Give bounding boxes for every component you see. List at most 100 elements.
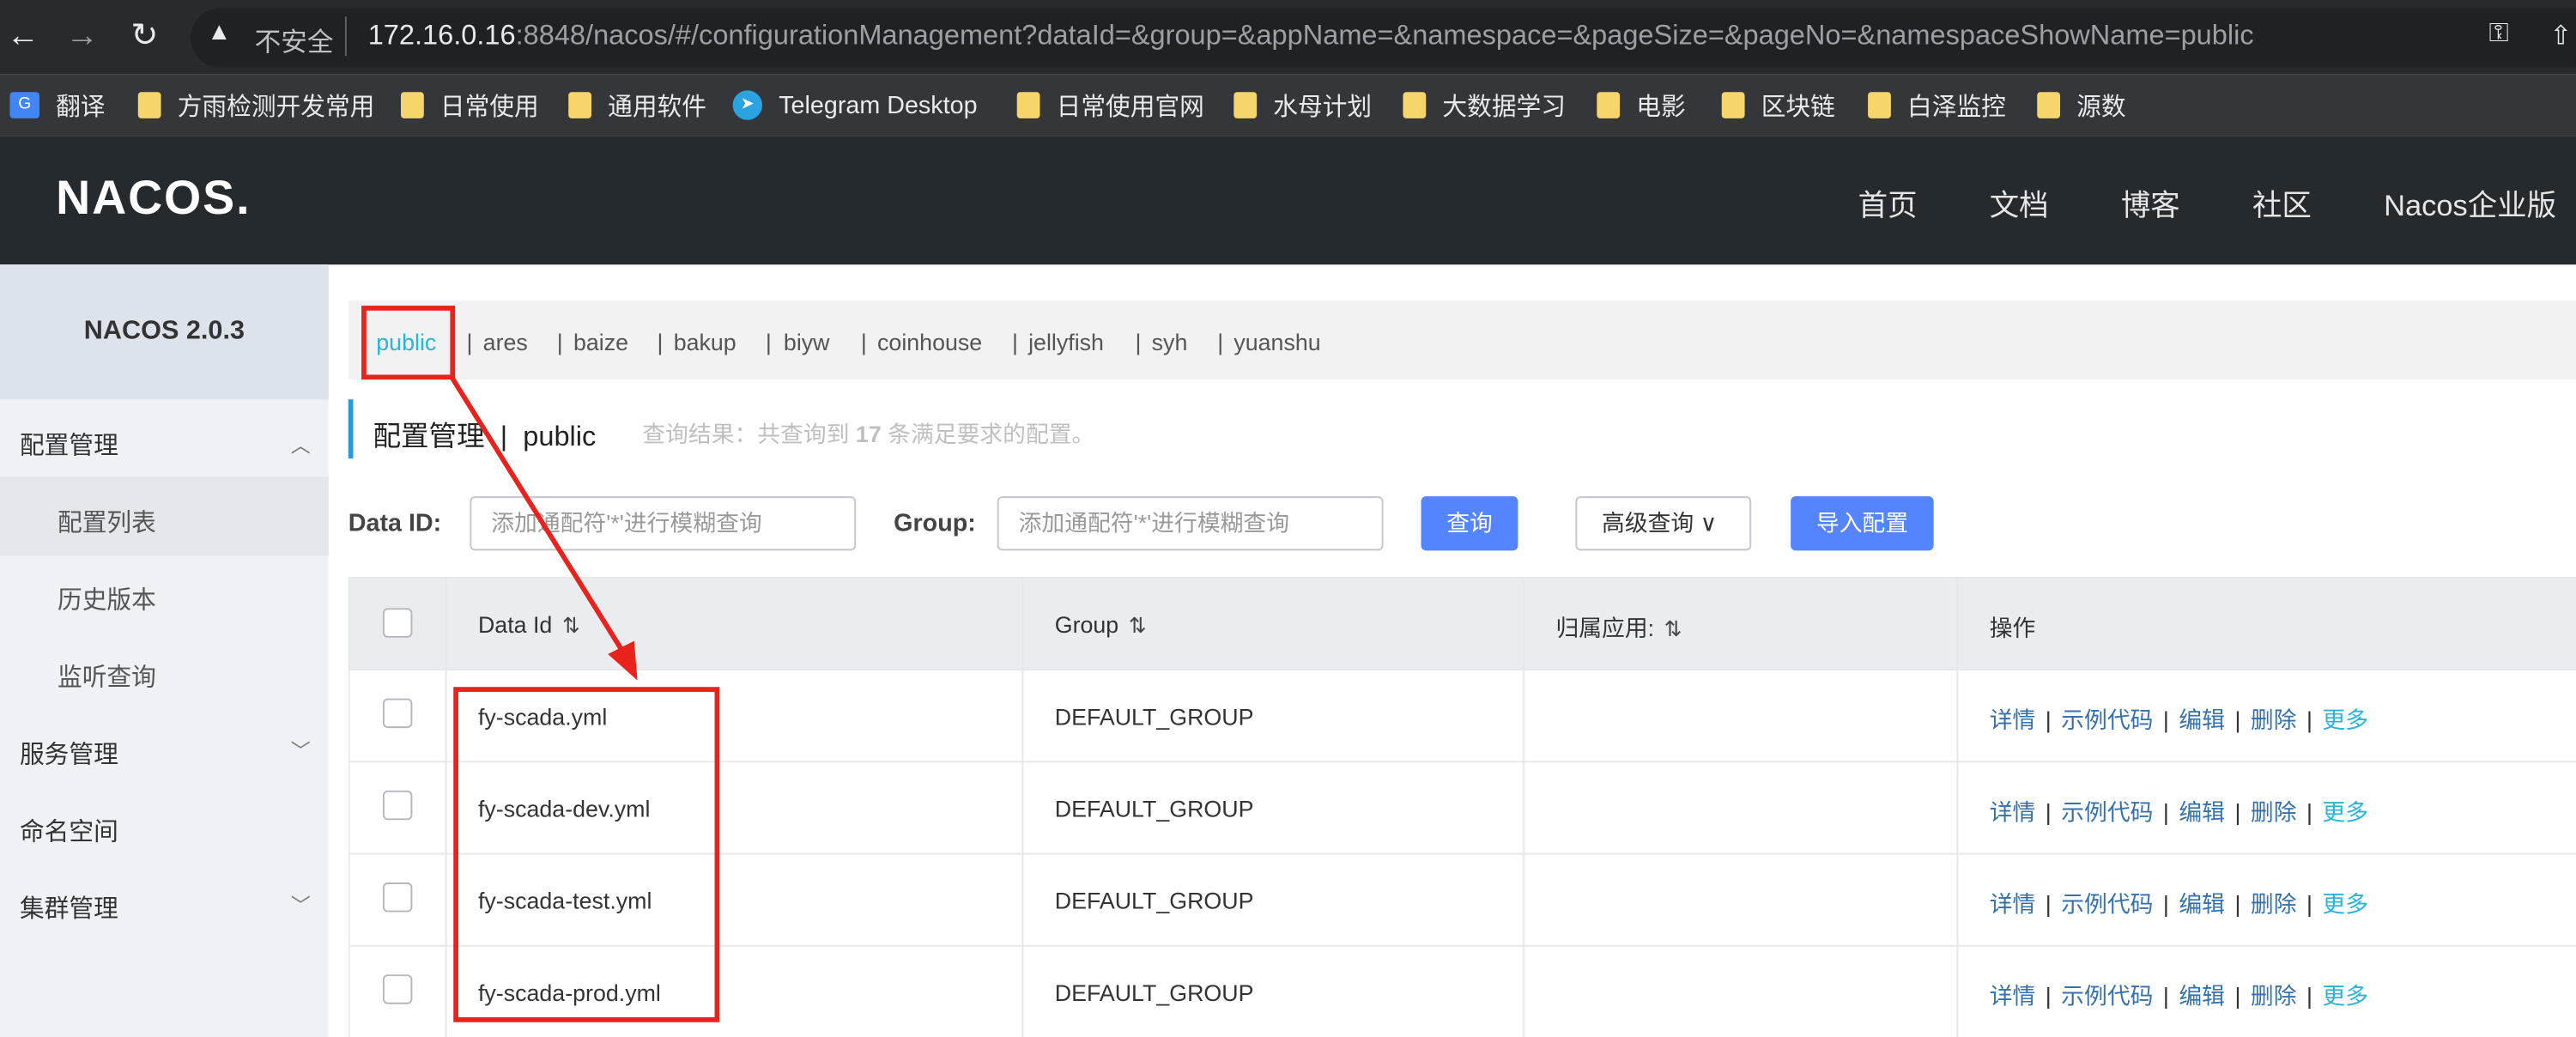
bookmark-item[interactable]: 源数	[2037, 87, 2126, 123]
sidebar-item-listener[interactable]: 监听查询	[58, 659, 156, 694]
forward-icon[interactable]: →	[63, 16, 102, 56]
namespace-tab-baize[interactable]: baize	[573, 329, 628, 355]
detail-link[interactable]: 详情	[1990, 706, 2036, 733]
nav-docs[interactable]: 文档	[1990, 183, 2049, 226]
chevron-down-icon[interactable]: ﹀	[291, 891, 311, 919]
folder-icon	[1016, 92, 1040, 118]
edit-link[interactable]: 编辑	[2179, 983, 2225, 1010]
url-text[interactable]: 172.16.0.16:8848/nacos/#/configurationMa…	[368, 20, 2254, 52]
sort-icon[interactable]: ⇅	[562, 613, 580, 638]
nav-community[interactable]: 社区	[2252, 183, 2312, 226]
namespace-tab-syh[interactable]: syh	[1152, 329, 1188, 355]
namespace-divider: |	[1135, 328, 1142, 355]
bookmark-item[interactable]: 大数据学习	[1403, 87, 1566, 123]
row-actions: 详情 | 示例代码 | 编辑 | 删除 | 更多	[1989, 798, 2369, 826]
namespace-divider: |	[1011, 328, 1018, 355]
bookmark-item[interactable]: 日常使用官网	[1016, 87, 1204, 123]
back-icon[interactable]: ←	[3, 16, 43, 56]
sidebar-item-config-list[interactable]: 配置列表	[58, 505, 156, 539]
column-header-app[interactable]: 归属应用: ⇅	[1555, 611, 1682, 644]
cell-group: DEFAULT_GROUP	[1054, 887, 1254, 914]
row-checkbox[interactable]	[382, 698, 413, 729]
namespace-divider: |	[860, 328, 867, 355]
sidebar-item-service-management[interactable]: 服务管理	[20, 737, 118, 771]
nav-enterprise[interactable]: Nacos企业版	[2384, 183, 2556, 226]
sample-code-link[interactable]: 示例代码	[2061, 891, 2153, 918]
sidebar-item-cluster-management[interactable]: 集群管理	[20, 891, 118, 925]
sidebar-item-config-management[interactable]: 配置管理	[20, 428, 118, 462]
query-button[interactable]: 查询	[1421, 496, 1518, 551]
select-all-checkbox[interactable]	[382, 608, 413, 638]
column-header-ops: 操作	[1989, 614, 2036, 641]
sidebar-item-namespace[interactable]: 命名空间	[20, 814, 118, 848]
dataid-input[interactable]: 添加通配符'*'进行模糊查询	[470, 496, 857, 551]
warning-icon[interactable]: ▲	[207, 18, 231, 46]
bookmark-item[interactable]: 电影	[1597, 87, 1686, 123]
edit-link[interactable]: 编辑	[2179, 798, 2225, 825]
bookmark-item[interactable]: 日常使用	[400, 87, 539, 123]
folder-icon	[1721, 92, 1745, 118]
row-checkbox[interactable]	[382, 882, 413, 913]
delete-link[interactable]: 删除	[2251, 983, 2297, 1010]
detail-link[interactable]: 详情	[1990, 798, 2036, 825]
sort-icon[interactable]: ⇅	[1129, 613, 1147, 638]
sample-code-link[interactable]: 示例代码	[2061, 798, 2153, 825]
table-header: Data Id ⇅ Group ⇅ 归属应用: ⇅ 操作	[349, 576, 2576, 671]
namespace-tab-yuanshu[interactable]: yuanshu	[1233, 329, 1320, 355]
chevron-up-icon[interactable]: ︿	[291, 431, 311, 459]
key-icon[interactable]: ⚿	[2489, 20, 2509, 49]
import-config-button[interactable]: 导入配置	[1791, 496, 1934, 551]
namespace-divider: |	[657, 328, 664, 355]
sample-code-link[interactable]: 示例代码	[2061, 706, 2153, 733]
namespace-tab-coinhouse[interactable]: coinhouse	[877, 329, 982, 355]
folder-icon	[400, 92, 424, 118]
group-input[interactable]: 添加通配符'*'进行模糊查询	[997, 496, 1384, 551]
detail-link[interactable]: 详情	[1990, 891, 2036, 918]
more-link[interactable]: 更多	[2322, 706, 2368, 733]
namespace-tab-ares[interactable]: ares	[483, 329, 528, 355]
delete-link[interactable]: 删除	[2251, 798, 2297, 825]
more-link[interactable]: 更多	[2322, 983, 2368, 1010]
folder-icon	[2037, 92, 2061, 118]
bookmark-item[interactable]: 白泽监控	[1868, 87, 2006, 123]
sort-icon[interactable]: ⇅	[1664, 616, 1682, 641]
edit-link[interactable]: 编辑	[2179, 706, 2225, 733]
edit-link[interactable]: 编辑	[2179, 891, 2225, 918]
bookmark-item[interactable]: G 翻译	[9, 87, 106, 123]
title-accent-bar	[348, 399, 354, 459]
sample-code-link[interactable]: 示例代码	[2061, 983, 2153, 1010]
nav-blog[interactable]: 博客	[2121, 183, 2180, 226]
row-checkbox[interactable]	[382, 974, 413, 1004]
column-header-group[interactable]: Group ⇅	[1055, 611, 1147, 640]
namespace-tab-jellyfish[interactable]: jellyfish	[1028, 329, 1104, 355]
sidebar: NACOS 2.0.3 配置管理 ︿ 配置列表 历史版本 监听查询 服务管理 ﹀…	[0, 264, 329, 1037]
folder-icon	[1597, 92, 1621, 118]
namespace-tab-bakup[interactable]: bakup	[674, 329, 736, 355]
insecure-label[interactable]: 不安全	[255, 20, 334, 59]
reload-icon[interactable]: ↻	[124, 16, 164, 56]
nav-home[interactable]: 首页	[1858, 183, 1918, 226]
namespace-divider: |	[466, 328, 473, 355]
bookmark-item[interactable]: ➤ Telegram Desktop	[732, 87, 978, 123]
url-host: 172.16.0.16	[367, 19, 516, 52]
row-checkbox[interactable]	[382, 790, 413, 821]
namespace-tab-biyw[interactable]: biyw	[784, 329, 830, 355]
namespace-divider: |	[765, 328, 772, 355]
google-translate-icon: G	[9, 92, 39, 118]
app-header: NACOS. 首页 文档 博客 社区 Nacos企业版	[0, 136, 2576, 265]
more-link[interactable]: 更多	[2322, 798, 2368, 825]
bookmark-item[interactable]: 方雨检测开发常用	[137, 87, 374, 123]
detail-link[interactable]: 详情	[1990, 983, 2036, 1010]
bookmark-item[interactable]: 通用软件	[568, 87, 706, 123]
bookmark-item[interactable]: 水母计划	[1233, 87, 1372, 123]
bookmark-item[interactable]: 区块链	[1721, 87, 1835, 123]
advanced-query-button[interactable]: 高级查询 ∨	[1575, 496, 1752, 551]
delete-link[interactable]: 删除	[2251, 706, 2297, 733]
delete-link[interactable]: 删除	[2251, 891, 2297, 918]
nacos-logo[interactable]: NACOS.	[56, 173, 251, 227]
column-header-dataid[interactable]: Data Id ⇅	[478, 611, 580, 640]
share-icon[interactable]: ⇧	[2549, 20, 2572, 52]
chevron-down-icon[interactable]: ﹀	[291, 737, 311, 765]
sidebar-item-history[interactable]: 历史版本	[58, 582, 156, 616]
more-link[interactable]: 更多	[2322, 891, 2368, 918]
